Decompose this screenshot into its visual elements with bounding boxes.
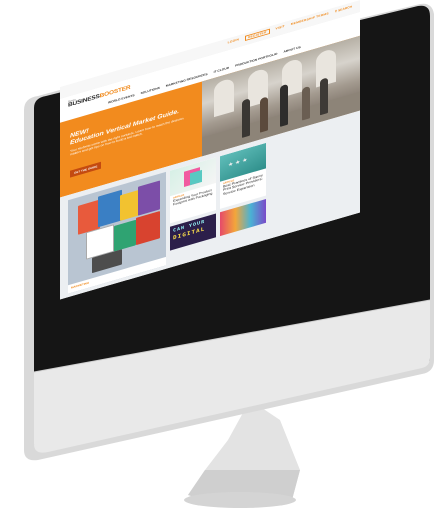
scene: LOGIN REGISTER VISIT MEMBERSHIP TERMS ⚲ … — [0, 0, 438, 525]
search-link[interactable]: ⚲ SEARCH — [335, 5, 352, 15]
feature-tile-tag: MARKETING — [71, 280, 90, 290]
get-the-guide-button[interactable]: GET THE GUIDE — [70, 161, 102, 178]
logo-main-a: BUSINESS — [68, 93, 100, 109]
visit-link[interactable]: VISIT — [276, 24, 285, 32]
search-label: SEARCH — [338, 4, 352, 13]
login-link[interactable]: LOGIN — [228, 38, 239, 46]
nav-it-cloud[interactable]: IT CLOUD — [214, 66, 230, 74]
tile-best-practices[interactable]: ★ ★ ★ ARTICLE Best Practices of Savvy Pr… — [220, 142, 266, 209]
tile-packaging[interactable]: ARTICLE Expanding Your Product Footprint… — [170, 157, 216, 224]
